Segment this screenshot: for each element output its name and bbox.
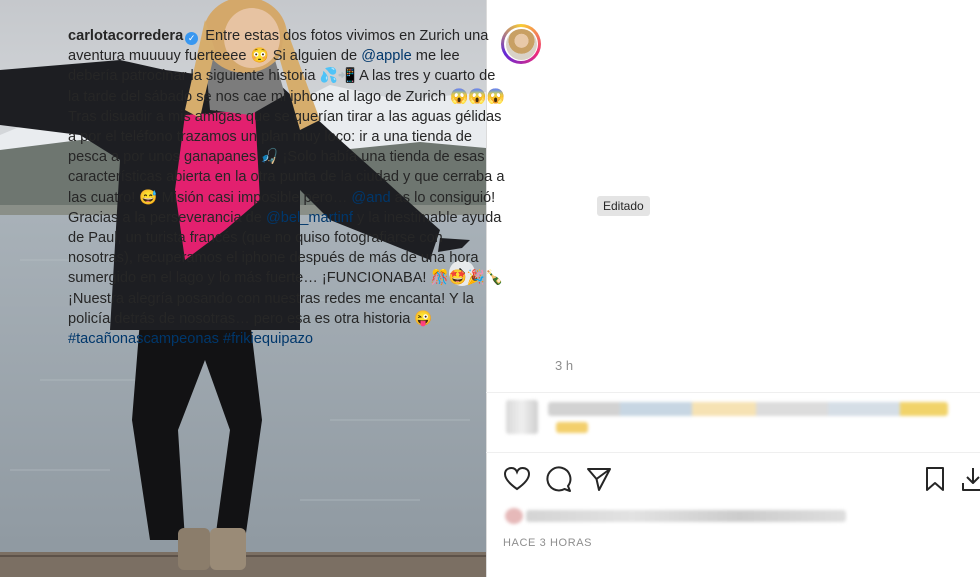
divider (486, 392, 980, 393)
likes-avatar-blurred (505, 508, 523, 524)
mention-link[interactable]: @bel_martinf (266, 210, 353, 226)
comment-emoji-blurred (556, 422, 588, 433)
mention-link[interactable]: @apple (361, 48, 412, 64)
comment-avatar-blurred (506, 400, 538, 434)
edited-tooltip: Editado (597, 196, 650, 216)
download-icon[interactable] (959, 465, 980, 493)
share-icon[interactable] (585, 465, 613, 493)
hashtag-link[interactable]: #tacañonascampeonas (68, 331, 219, 347)
divider (486, 452, 980, 453)
hashtag-link[interactable]: #frikiequipazo (223, 331, 313, 347)
caption-text: Entre estas dos fotos vivimos en Zurich … (68, 28, 505, 347)
caption-segment: me lee debería patrocinar la siguiente h… (68, 48, 505, 206)
post-date: HACE 3 HORAS (503, 537, 593, 549)
likes-text-blurred (526, 510, 846, 522)
verified-badge-icon: ✓ (185, 32, 199, 45)
comment-text-blurred (548, 402, 948, 416)
caption-segment: y la inestimable ayuda de Paul, un turis… (68, 209, 504, 327)
comment-icon[interactable] (544, 465, 572, 493)
username-link[interactable]: carlotacorredera (68, 28, 183, 44)
bookmark-icon[interactable] (921, 465, 949, 493)
post-caption: carlotacorredera ✓ Entre estas dos fotos … (68, 26, 508, 349)
post-time: 3 h (555, 358, 574, 373)
mention-link[interactable]: @and (351, 190, 390, 206)
post-actions (503, 465, 980, 495)
avatar-image (505, 28, 537, 60)
heart-icon[interactable] (503, 465, 531, 493)
